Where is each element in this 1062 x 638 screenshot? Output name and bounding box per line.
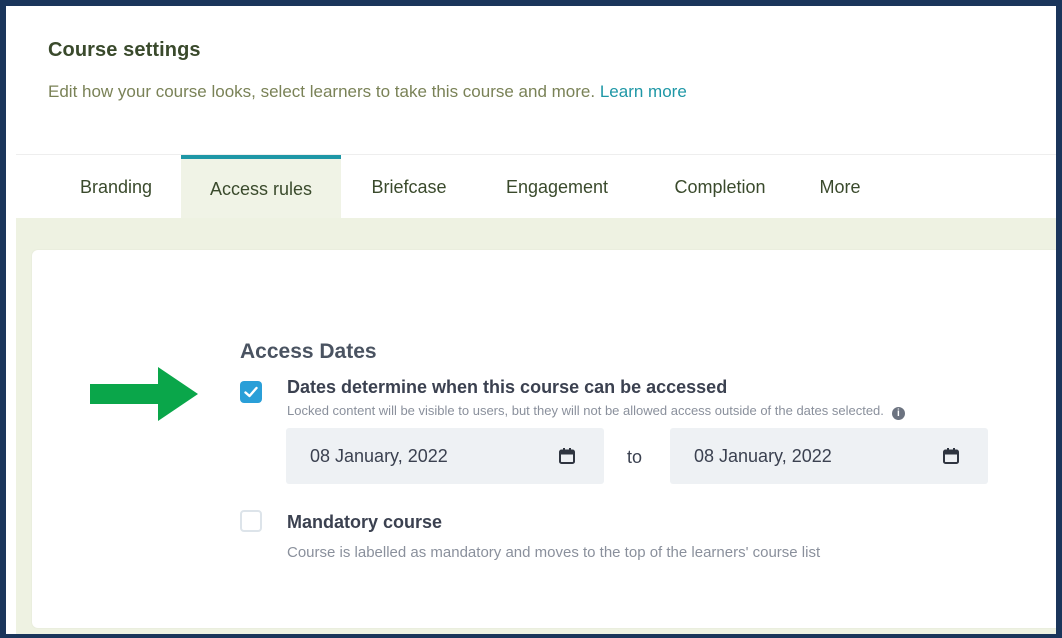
section-title: Access Dates bbox=[240, 340, 377, 363]
info-icon[interactable]: i bbox=[891, 407, 905, 420]
tab-label: More bbox=[819, 176, 861, 197]
end-date-field[interactable]: 08 January, 2022 bbox=[670, 428, 988, 484]
subtitle-text: Edit how your course looks, select learn… bbox=[48, 82, 596, 101]
tab-label: Branding bbox=[79, 176, 153, 197]
calendar-icon[interactable] bbox=[558, 447, 576, 465]
tab-label: Briefcase bbox=[371, 176, 447, 197]
tab-engagement[interactable]: Engagement bbox=[482, 155, 632, 219]
tab-briefcase[interactable]: Briefcase bbox=[350, 155, 468, 219]
window-frame: Course settings Edit how your course loo… bbox=[0, 0, 1062, 638]
calendar-icon[interactable] bbox=[942, 447, 960, 465]
dates-option-label: Dates determine when this course can be … bbox=[287, 377, 728, 397]
dates-description-text: Locked content will be visible to users,… bbox=[287, 403, 884, 418]
dates-checkbox[interactable] bbox=[240, 381, 262, 403]
dates-option-description: Locked content will be visible to users,… bbox=[287, 403, 905, 420]
mandatory-checkbox[interactable] bbox=[240, 510, 262, 532]
page-header: Course settings Edit how your course loo… bbox=[16, 6, 1056, 154]
course-settings-panel: Course settings Edit how your course loo… bbox=[16, 6, 1056, 634]
tab-content-area: Access Dates Dates determine when this c… bbox=[16, 218, 1056, 634]
tab-access-rules[interactable]: Access rules bbox=[181, 155, 341, 219]
mandatory-option-label: Mandatory course bbox=[287, 512, 443, 532]
tab-label: Engagement bbox=[505, 176, 609, 197]
page-title: Course settings bbox=[48, 39, 201, 61]
end-date-value: 08 January, 2022 bbox=[694, 445, 832, 466]
tab-branding[interactable]: Branding bbox=[54, 155, 178, 219]
page-subtitle: Edit how your course looks, select learn… bbox=[48, 82, 687, 102]
tab-completion[interactable]: Completion bbox=[646, 155, 794, 219]
tab-label: Completion bbox=[674, 176, 766, 197]
tab-more[interactable]: More bbox=[802, 155, 878, 219]
date-range-separator: to bbox=[627, 447, 643, 467]
access-rules-card: Access Dates Dates determine when this c… bbox=[32, 250, 1056, 628]
start-date-field[interactable]: 08 January, 2022 bbox=[286, 428, 604, 484]
mandatory-option-description: Course is labelled as mandatory and move… bbox=[287, 544, 821, 561]
settings-tabs: Branding Access rules Briefcase Engageme… bbox=[16, 154, 1056, 219]
arrow-right-icon bbox=[90, 367, 198, 421]
start-date-value: 08 January, 2022 bbox=[310, 445, 448, 466]
tab-label: Access rules bbox=[209, 178, 313, 199]
check-icon bbox=[244, 386, 258, 398]
learn-more-link[interactable]: Learn more bbox=[600, 82, 687, 101]
